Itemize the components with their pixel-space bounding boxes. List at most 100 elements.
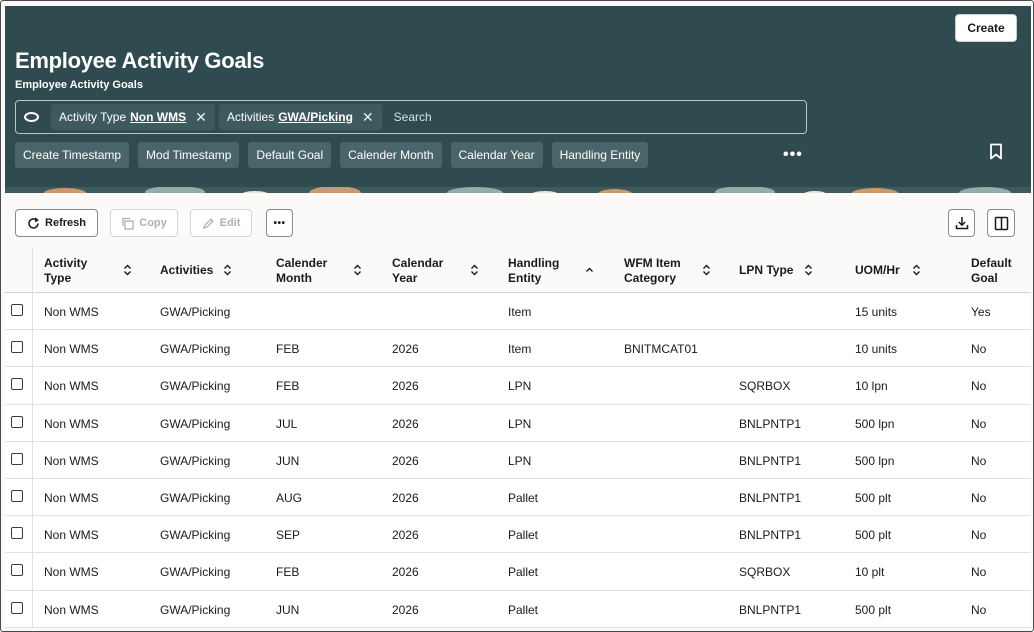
filter-calendar-year[interactable]: Calendar Year	[450, 142, 543, 168]
row-checkbox[interactable]	[11, 452, 23, 465]
sort-icon[interactable]	[123, 264, 132, 276]
refresh-button[interactable]: Refresh	[15, 209, 98, 237]
oval-icon[interactable]	[24, 112, 39, 122]
sort-ascending-icon[interactable]	[585, 264, 594, 276]
page-header: Create Employee Activity Goals Employee …	[5, 6, 1031, 193]
table-cell: 10 plt	[855, 565, 885, 580]
table-cell: GWA/Picking	[160, 453, 231, 468]
column-header[interactable]: Activities	[160, 263, 213, 278]
table-row[interactable]: Non WMS GWA/Picking FEB 2026 LPN SQRBOX 10 lpn…	[5, 367, 1031, 405]
column-divider	[32, 293, 33, 331]
page-title: Employee Activity Goals	[15, 48, 265, 73]
column-header[interactable]: Default Goal	[971, 256, 1012, 286]
create-button[interactable]: Create	[955, 14, 1017, 42]
sort-icon[interactable]	[702, 264, 711, 276]
sort-icon[interactable]	[912, 264, 921, 276]
close-icon[interactable]: ✕	[362, 109, 374, 126]
edit-button[interactable]: Edit	[190, 209, 252, 237]
bookmark-icon[interactable]	[989, 143, 1003, 163]
table-cell: Non WMS	[44, 416, 99, 431]
table-cell: FEB	[276, 342, 300, 357]
table-cell: 2026	[392, 565, 419, 580]
table-cell: Non WMS	[44, 602, 99, 617]
column-header-label: Calender	[276, 256, 328, 270]
table-cell: No	[971, 602, 987, 617]
more-icon: •••	[273, 217, 286, 229]
refresh-icon	[28, 216, 39, 229]
table-cell: GWA/Picking	[160, 416, 231, 431]
table-row[interactable]: Non WMS GWA/Picking JUN 2026 Pallet BNLPNTP1 5…	[5, 590, 1031, 628]
more-filters-icon[interactable]: •••	[783, 146, 803, 164]
columns-button[interactable]	[987, 209, 1015, 237]
table-row[interactable]: Non WMS GWA/Picking AUG 2026 Pallet BNLPNTP1 5…	[5, 479, 1031, 517]
table-row[interactable]: Non WMS GWA/Picking FEB 2026 Pallet SQRBOX 10 …	[5, 553, 1031, 591]
filter-handling-entity[interactable]: Handling Entity	[551, 142, 649, 168]
table-cell: Non WMS	[44, 491, 99, 505]
filter-chip-activity-type[interactable]: Activity Type Non WMS ✕	[51, 104, 215, 130]
filter-calender-month[interactable]: Calender Month	[340, 142, 442, 168]
row-checkbox[interactable]	[11, 415, 23, 428]
chip-value[interactable]: GWA/Picking	[278, 110, 353, 124]
filter-mod-timestamp[interactable]: Mod Timestamp	[138, 142, 240, 168]
search-bar[interactable]: Activity Type Non WMS ✕ Activities GWA/P…	[15, 100, 807, 134]
table-cell: FEB	[276, 565, 300, 580]
table-cell: Non WMS	[44, 305, 99, 319]
table-row[interactable]: Non WMS GWA/Picking Item 15 units Yes	[5, 293, 1031, 331]
table-row[interactable]: Non WMS GWA/Picking JUN 2026 LPN BNLPNTP1 500 …	[5, 441, 1031, 479]
sort-icon[interactable]	[353, 264, 362, 276]
table-cell: 500 plt	[855, 528, 892, 543]
decorative-banner	[5, 184, 1031, 193]
filter-chip-activities[interactable]: Activities GWA/Picking ✕	[218, 104, 382, 130]
row-checkbox[interactable]	[11, 527, 23, 540]
column-header[interactable]: UOM/Hr	[855, 263, 900, 278]
table-row[interactable]: Non WMS GWA/Picking SEP 2026 Pallet BNLPNTP1 5…	[5, 516, 1031, 554]
table-cell: AUG	[276, 491, 303, 505]
row-checkbox[interactable]	[11, 341, 23, 354]
column-header-label: Activity	[44, 256, 88, 270]
sort-icon[interactable]	[223, 264, 232, 276]
app-frame: Create Employee Activity Goals Employee …	[0, 0, 1034, 632]
row-checkbox[interactable]	[11, 378, 23, 391]
filter-default-goal[interactable]: Default Goal	[248, 142, 332, 168]
column-header[interactable]: LPN Type	[739, 263, 793, 278]
table-cell: No	[971, 416, 987, 431]
chip-value[interactable]: Non WMS	[130, 110, 186, 124]
column-divider	[32, 441, 33, 479]
column-header[interactable]: Calender Month	[276, 256, 327, 286]
row-checkbox[interactable]	[11, 601, 23, 614]
search-input[interactable]: Search	[394, 110, 432, 124]
table-row[interactable]: Non WMS GWA/Picking JUL 2026 LPN BNLPNTP1 500 …	[5, 404, 1031, 442]
column-header[interactable]: Activity Type	[44, 256, 87, 286]
download-button[interactable]	[948, 209, 975, 237]
sort-icon[interactable]	[470, 264, 479, 276]
table-cell: LPN	[508, 416, 532, 431]
table-cell: Item	[508, 342, 532, 357]
row-checkbox[interactable]	[11, 490, 23, 502]
copy-button[interactable]: Copy	[110, 209, 178, 237]
column-header[interactable]: Calendar Year	[392, 256, 443, 286]
page-subtitle: Employee Activity Goals	[15, 79, 143, 91]
column-divider	[32, 590, 33, 628]
column-header[interactable]: Handling Entity	[508, 256, 559, 286]
table-cell: 2026	[392, 379, 419, 394]
row-checkbox[interactable]	[11, 304, 23, 316]
column-divider	[32, 330, 33, 368]
more-actions-button[interactable]: •••	[266, 209, 293, 237]
table-cell: 2026	[392, 453, 419, 468]
column-header[interactable]: WFM Item Category	[624, 256, 681, 286]
download-icon	[955, 217, 968, 230]
table-row[interactable]: Non WMS GWA/Picking FEB 2026 Item BNITMCAT01 1…	[5, 330, 1031, 368]
table-cell: Non WMS	[44, 565, 99, 580]
column-header-label: LPN Type	[739, 263, 794, 277]
table-header-row: Activity Type Activities Calender Month Calen…	[5, 247, 1031, 293]
column-header-label: Calendar	[392, 256, 444, 270]
table-cell: GWA/Picking	[160, 602, 231, 617]
filter-create-timestamp[interactable]: Create Timestamp	[15, 142, 130, 168]
column-header-label: Type	[44, 271, 72, 285]
column-header-label: Handling	[508, 256, 560, 270]
close-icon[interactable]: ✕	[195, 109, 207, 126]
table-cell: GWA/Picking	[160, 528, 231, 543]
table-cell: 500 plt	[855, 602, 892, 617]
row-checkbox[interactable]	[11, 564, 23, 577]
sort-icon[interactable]	[804, 264, 813, 276]
